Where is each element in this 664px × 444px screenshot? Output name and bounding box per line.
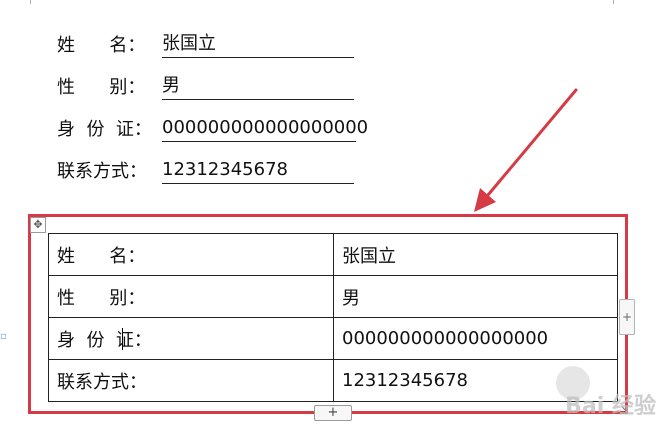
table-row: 姓 名： 张国立 (48, 233, 618, 276)
form-label-name: 姓 名： (57, 35, 146, 56)
table-cell-value[interactable]: 张国立 (333, 233, 618, 276)
info-table: 姓 名： 张国立 性 别： 男 身 份 证： 00000000000000000… (48, 233, 618, 402)
add-row-button[interactable]: + (314, 405, 352, 421)
page-corner-left (30, 0, 31, 4)
table-cell-label[interactable]: 姓 名： (48, 233, 334, 276)
form-value-name[interactable]: 张国立 (162, 31, 354, 58)
table-cell-value[interactable]: 000000000000000000 (333, 317, 618, 360)
form-value-id[interactable]: 000000000000000000 (162, 115, 368, 142)
table-cell-value[interactable]: 男 (333, 275, 618, 318)
form-value-gender[interactable]: 男 (162, 73, 354, 100)
text-cursor (122, 328, 123, 350)
watermark: Bai 经验 (565, 394, 656, 419)
form-label-id: 身 份 证： (57, 119, 152, 140)
add-column-button[interactable]: + (619, 299, 635, 335)
table-cell-label[interactable]: 性 别： (48, 275, 334, 318)
form-label-gender: 性 别： (57, 77, 146, 98)
table-move-handle-icon[interactable]: ✥ (30, 217, 46, 233)
table-row: 身 份 证： 000000000000000000 (48, 317, 618, 360)
table-cell-label[interactable]: 联系方式： (48, 359, 334, 402)
table-cell-label[interactable]: 身 份 证： (48, 317, 334, 360)
table-row: 性 别： 男 (48, 275, 618, 318)
page-corner-right (613, 0, 614, 4)
form-label-phone: 联系方式： (57, 161, 147, 182)
form-value-phone[interactable]: 12312345678 (162, 157, 354, 184)
paragraph-marker-icon: ▫ (0, 331, 7, 342)
